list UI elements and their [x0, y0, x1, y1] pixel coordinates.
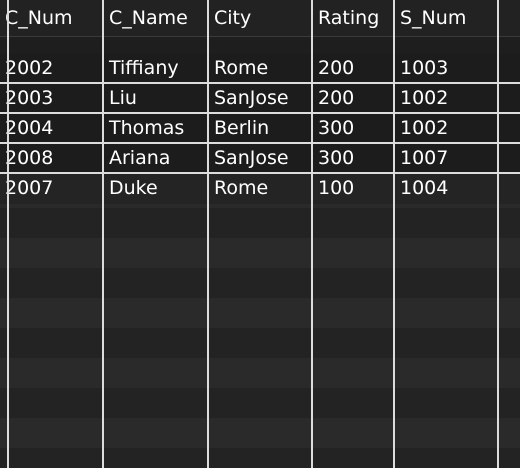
cell-rating[interactable]: 200 — [313, 54, 395, 82]
header-spacer — [0, 37, 520, 54]
cell-c-num[interactable]: 2002 — [0, 54, 104, 82]
cell-c-name[interactable]: Duke — [104, 174, 209, 202]
table-header: C_Num C_Name City Rating S_Num — [0, 0, 520, 37]
cell-rating[interactable]: 200 — [313, 84, 395, 112]
column-header-c-name[interactable]: C_Name — [104, 0, 209, 36]
table-row[interactable]: 2008 Ariana SanJose 300 1007 — [0, 144, 520, 174]
results-grid: C_Num C_Name City Rating S_Num 2002 Tiff… — [0, 0, 520, 468]
cell-rating[interactable]: 100 — [313, 174, 395, 202]
column-header-rating[interactable]: Rating — [313, 0, 395, 36]
cell-filler — [499, 54, 520, 82]
cell-c-num[interactable]: 2004 — [0, 114, 104, 142]
cell-rating[interactable]: 300 — [313, 144, 395, 172]
cell-c-name[interactable]: Tiffiany — [104, 54, 209, 82]
cell-c-name[interactable]: Ariana — [104, 144, 209, 172]
cell-city[interactable]: SanJose — [209, 84, 313, 112]
cell-filler — [499, 144, 520, 172]
column-header-filler — [499, 0, 520, 36]
table-row[interactable]: 2003 Liu SanJose 200 1002 — [0, 84, 520, 114]
table-row[interactable]: 2007 Duke Rome 100 1004 — [0, 174, 520, 204]
cell-s-num[interactable]: 1007 — [395, 144, 499, 172]
column-header-s-num[interactable]: S_Num — [395, 0, 499, 36]
cell-city[interactable]: Rome — [209, 174, 313, 202]
cell-rating[interactable]: 300 — [313, 114, 395, 142]
cell-c-name[interactable]: Thomas — [104, 114, 209, 142]
cell-filler — [499, 114, 520, 142]
cell-s-num[interactable]: 1002 — [395, 114, 499, 142]
cell-city[interactable]: Berlin — [209, 114, 313, 142]
cell-city[interactable]: Rome — [209, 54, 313, 82]
cell-s-num[interactable]: 1004 — [395, 174, 499, 202]
cell-filler — [499, 174, 520, 202]
cell-s-num[interactable]: 1003 — [395, 54, 499, 82]
cell-c-name[interactable]: Liu — [104, 84, 209, 112]
column-header-c-num[interactable]: C_Num — [0, 0, 104, 36]
cell-c-num[interactable]: 2003 — [0, 84, 104, 112]
cell-s-num[interactable]: 1002 — [395, 84, 499, 112]
table-body: 2002 Tiffiany Rome 200 1003 2003 Liu San… — [0, 54, 520, 204]
cell-city[interactable]: SanJose — [209, 144, 313, 172]
table-row[interactable]: 2004 Thomas Berlin 300 1002 — [0, 114, 520, 144]
cell-c-num[interactable]: 2007 — [0, 174, 104, 202]
cell-filler — [499, 84, 520, 112]
column-header-city[interactable]: City — [209, 0, 313, 36]
table-row[interactable]: 2002 Tiffiany Rome 200 1003 — [0, 54, 520, 84]
cell-c-num[interactable]: 2008 — [0, 144, 104, 172]
